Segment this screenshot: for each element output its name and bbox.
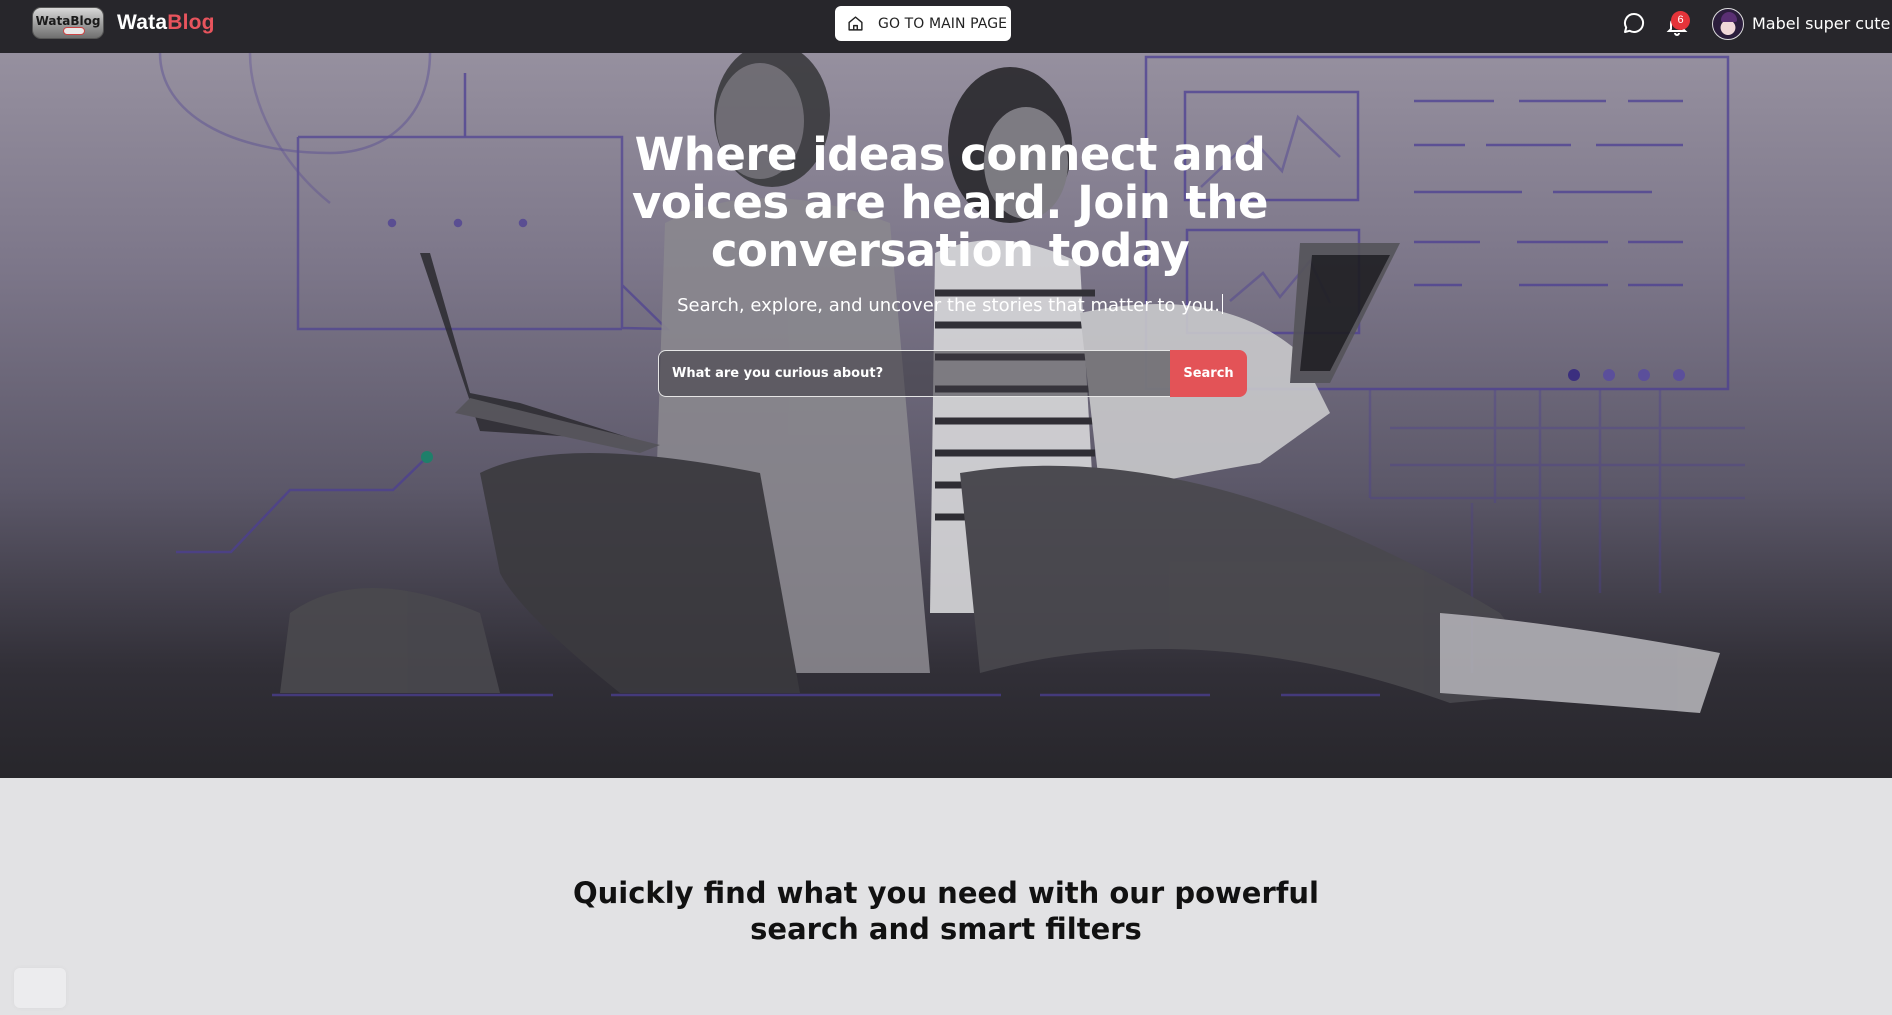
- hero-search-form: Search: [658, 350, 1247, 397]
- user-avatar[interactable]: [1712, 8, 1744, 40]
- user-name[interactable]: Mabel super cute: [1752, 14, 1890, 33]
- go-to-main-page-label: GO TO MAIN PAGE: [878, 15, 1008, 32]
- brand-name[interactable]: WataBlog: [117, 11, 215, 35]
- brand-name-part2: Blog: [167, 11, 215, 34]
- hero-subtitle: Search, explore, and uncover the stories…: [560, 294, 1340, 316]
- notification-count-badge: 6: [1671, 11, 1690, 30]
- floating-widget[interactable]: [14, 968, 66, 1008]
- search-button[interactable]: Search: [1170, 350, 1247, 397]
- typing-caret: [1221, 294, 1223, 314]
- search-input[interactable]: [658, 350, 1170, 397]
- brand-logo-ribbon: [63, 27, 85, 35]
- brand-logo[interactable]: WataBlog: [32, 7, 104, 39]
- brand-name-part1: Wata: [117, 11, 168, 34]
- hero-subtitle-text: Search, explore, and uncover the stories…: [677, 295, 1220, 316]
- hero-section: Where ideas connect and voices are heard…: [0, 53, 1892, 778]
- brand[interactable]: WataBlog WataBlog: [32, 7, 215, 39]
- home-icon: [848, 16, 863, 31]
- features-section-title: Quickly find what you need with our powe…: [573, 876, 1319, 946]
- brand-logo-text: WataBlog: [35, 14, 101, 28]
- top-navigation-bar: WataBlog WataBlog GO TO MAIN PAGE 6 Mabe…: [0, 0, 1892, 53]
- notifications-button[interactable]: 6: [1665, 11, 1695, 37]
- go-to-main-page-button[interactable]: GO TO MAIN PAGE: [835, 6, 1011, 41]
- hero-title: Where ideas connect and voices are heard…: [631, 128, 1269, 277]
- chat-bubble-icon[interactable]: [1622, 11, 1646, 35]
